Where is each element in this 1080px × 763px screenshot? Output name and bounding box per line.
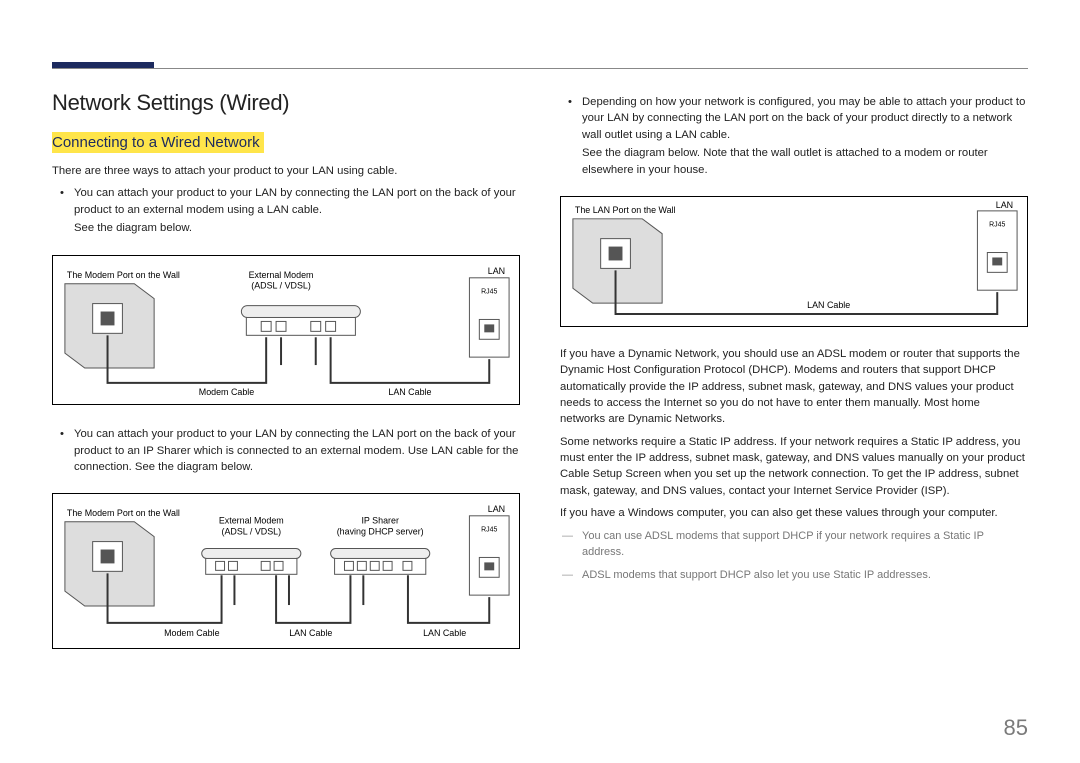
intro-text: There are three ways to attach your prod…	[52, 163, 520, 179]
bullet-text: You can attach your product to your LAN …	[74, 428, 518, 473]
label-modem: External Modem	[249, 269, 314, 279]
list-item: You can attach your product to your LAN …	[74, 185, 520, 236]
notes-list: You can use ADSL modems that support DHC…	[582, 528, 1028, 584]
content-columns: Network Settings (Wired) Connecting to a…	[52, 90, 1028, 668]
list-item: ADSL modems that support DHCP also let y…	[582, 567, 1028, 584]
paragraph-static: Some networks require a Static IP addres…	[560, 434, 1028, 500]
bullet-sub: See the diagram below. Note that the wal…	[582, 145, 1028, 178]
label-sharer-sub: (having DHCP server)	[337, 527, 424, 537]
label-lan: LAN	[996, 200, 1013, 210]
diagram-wall-direct: The LAN Port on the Wall LAN RJ45 LAN Ca…	[560, 196, 1028, 327]
bullet-text: You can attach your product to your LAN …	[74, 187, 516, 215]
bullet-list-right: Depending on how your network is configu…	[582, 94, 1028, 178]
label-lan-cable: LAN Cable	[388, 386, 431, 396]
label-rj45: RJ45	[989, 222, 1005, 229]
label-rj45: RJ45	[481, 527, 497, 534]
label-modem-sub: (ADSL / VDSL)	[251, 280, 311, 290]
accent-bar	[52, 62, 154, 68]
list-item: Depending on how your network is configu…	[582, 94, 1028, 178]
label-lan-cable2: LAN Cable	[423, 628, 466, 638]
bullet-list-left-1: You can attach your product to your LAN …	[74, 185, 520, 236]
bullet-list-left-2: You can attach your product to your LAN …	[74, 426, 520, 475]
label-modem-cable: Modem Cable	[164, 628, 219, 638]
list-item: You can use ADSL modems that support DHC…	[582, 528, 1028, 561]
bullet-text: Depending on how your network is configu…	[582, 96, 1025, 141]
diagram-ip-sharer: The Modem Port on the Wall External Mode…	[52, 493, 520, 649]
label-lan: LAN	[488, 504, 505, 514]
label-wall: The LAN Port on the Wall	[575, 205, 676, 215]
page-number: 85	[1004, 715, 1028, 741]
label-wall: The Modem Port on the Wall	[67, 508, 180, 518]
bullet-sub: See the diagram below.	[74, 220, 520, 236]
left-column: Network Settings (Wired) Connecting to a…	[52, 90, 520, 668]
page-title: Network Settings (Wired)	[52, 90, 520, 116]
paragraph-dhcp: If you have a Dynamic Network, you shoul…	[560, 346, 1028, 428]
right-column: Depending on how your network is configu…	[560, 90, 1028, 668]
label-modem-cable: Modem Cable	[199, 386, 254, 396]
top-rule	[52, 68, 1028, 69]
label-sharer: IP Sharer	[361, 516, 398, 526]
section-heading: Connecting to a Wired Network	[52, 132, 264, 153]
label-modem-sub: (ADSL / VDSL)	[222, 527, 282, 537]
diagram-modem: The Modem Port on the Wall External Mode…	[52, 255, 520, 406]
label-wall: The Modem Port on the Wall	[67, 269, 180, 279]
label-lan-cable: LAN Cable	[807, 300, 850, 310]
label-lan: LAN	[488, 265, 505, 275]
label-modem: External Modem	[219, 516, 284, 526]
label-lan-cable1: LAN Cable	[289, 628, 332, 638]
list-item: You can attach your product to your LAN …	[74, 426, 520, 475]
paragraph-windows: If you have a Windows computer, you can …	[560, 505, 1028, 521]
label-rj45: RJ45	[481, 288, 497, 295]
